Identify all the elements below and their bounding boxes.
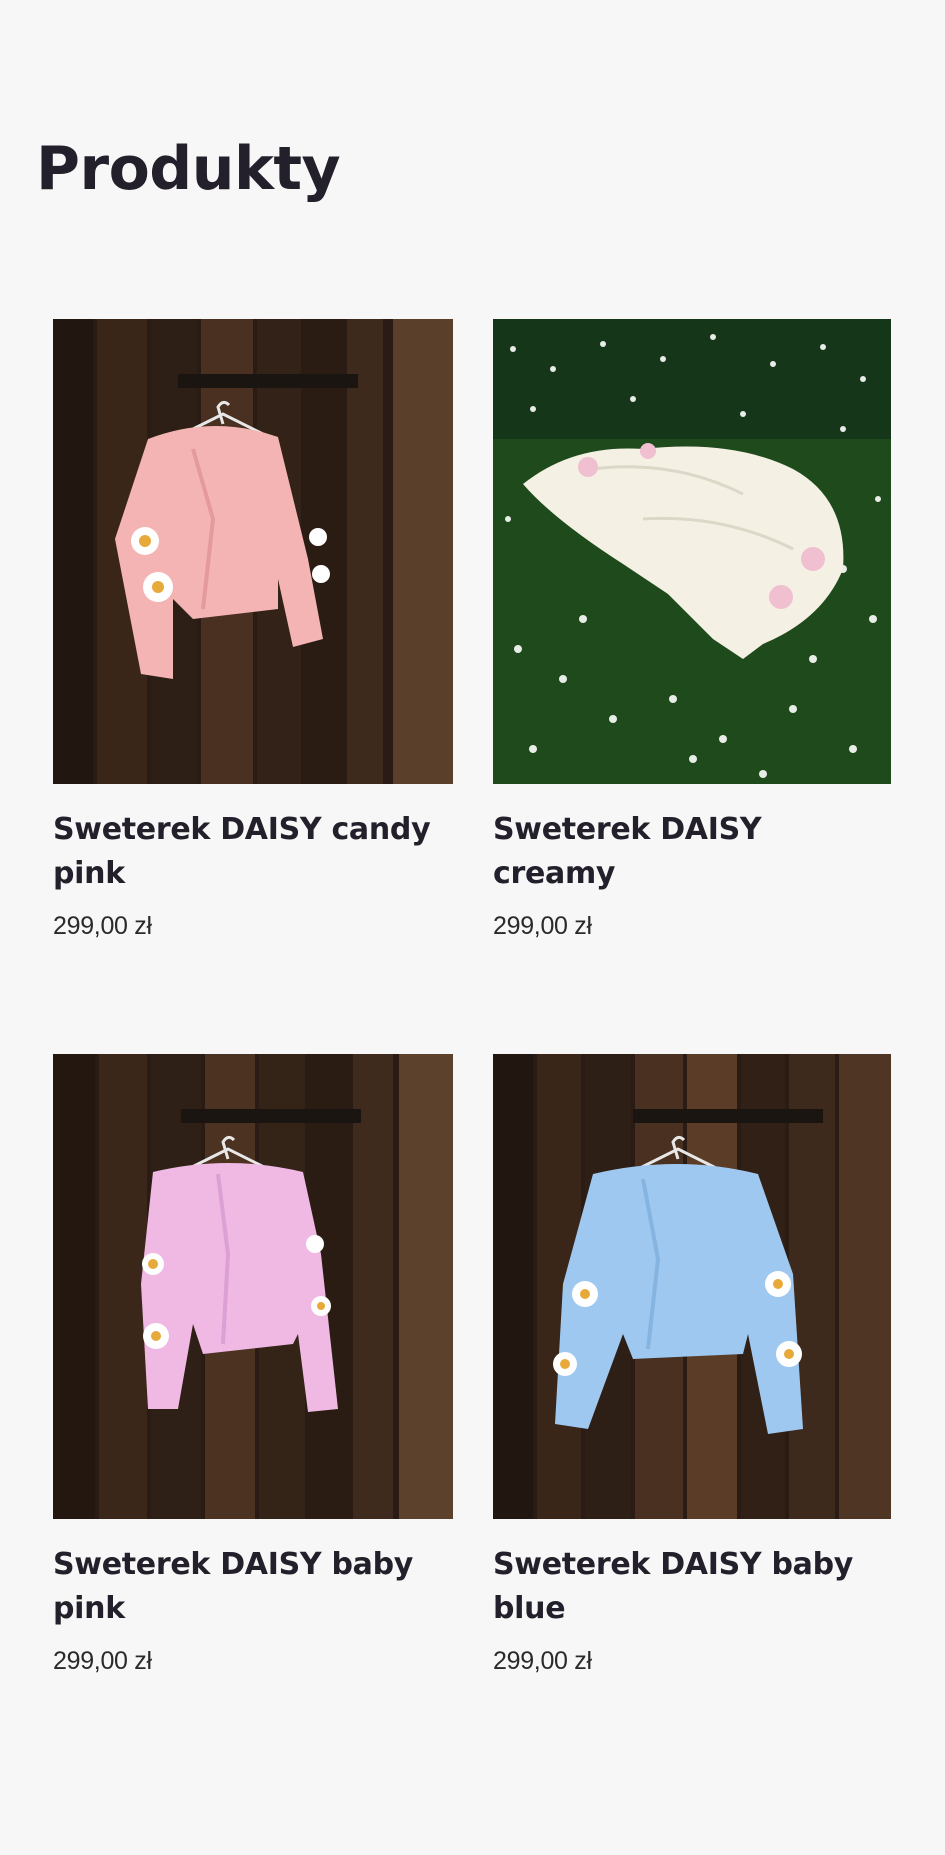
product-title[interactable]: Sweterek DAISY candy pink: [53, 808, 453, 896]
page-title: Produkty: [36, 134, 341, 204]
product-card[interactable]: Sweterek DAISY baby blue 299,00 zł: [493, 1054, 893, 1677]
lilac-sweater-on-door-photo: [53, 1054, 453, 1519]
product-card[interactable]: Sweterek DAISY baby pink 299,00 zł: [53, 1054, 453, 1677]
product-title[interactable]: Sweterek DAISY baby blue: [493, 1543, 893, 1631]
product-title[interactable]: Sweterek DAISY creamy: [493, 808, 893, 896]
product-card[interactable]: Sweterek DAISY candy pink 299,00 zł: [53, 319, 453, 942]
pink-sweater-on-door-photo: [53, 319, 453, 784]
product-image[interactable]: [53, 1054, 453, 1519]
product-price: 299,00 zł: [493, 1647, 592, 1675]
blue-sweater-on-door-photo: [493, 1054, 891, 1519]
product-image[interactable]: [493, 1054, 891, 1519]
product-price: 299,00 zł: [493, 912, 592, 940]
product-price: 299,00 zł: [53, 1647, 152, 1675]
product-price: 299,00 zł: [53, 912, 152, 940]
product-card[interactable]: Sweterek DAISY creamy 299,00 zł: [493, 319, 893, 942]
product-image[interactable]: [53, 319, 453, 784]
product-title[interactable]: Sweterek DAISY baby pink: [53, 1543, 453, 1631]
product-image[interactable]: [493, 319, 891, 784]
cream-sweater-on-grass-photo: [493, 319, 891, 784]
